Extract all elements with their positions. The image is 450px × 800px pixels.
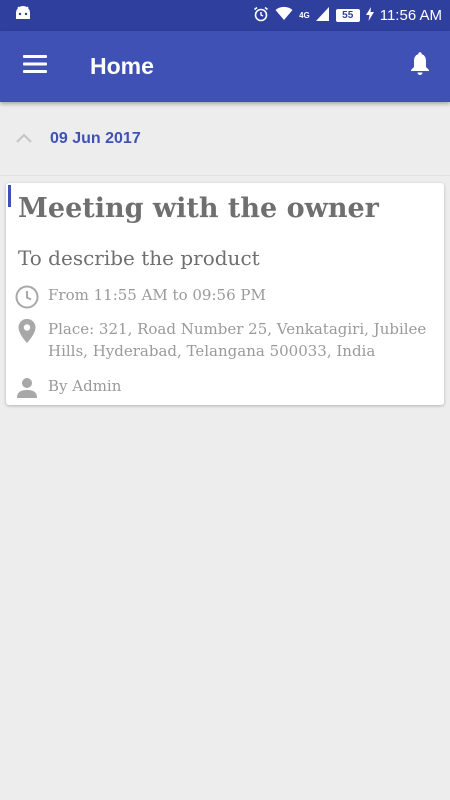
android-icon xyxy=(14,5,32,26)
event-time-row: From 11:55 AM to 09:56 PM xyxy=(14,284,438,310)
group-date: 09 Jun 2017 xyxy=(50,129,141,147)
app-bar: Home xyxy=(0,31,450,102)
event-time: From 11:55 AM to 09:56 PM xyxy=(48,286,266,304)
card-accent-bar xyxy=(8,185,11,207)
location-pin-icon xyxy=(14,318,40,344)
notifications-button[interactable] xyxy=(390,31,450,102)
bell-icon xyxy=(410,52,430,81)
hamburger-menu-icon xyxy=(23,55,47,78)
event-card[interactable]: Meeting with the owner To describe the p… xyxy=(6,183,444,405)
event-description: To describe the product xyxy=(18,246,260,270)
date-group-header[interactable]: 09 Jun 2017 xyxy=(0,102,450,176)
clock-icon xyxy=(14,284,40,310)
event-author-row: By Admin xyxy=(14,375,438,401)
chevron-up-icon xyxy=(16,130,32,148)
wifi-icon xyxy=(275,6,293,25)
event-place: Place: 321, Road Number 25, Venkatagiri,… xyxy=(48,320,427,360)
charging-icon xyxy=(365,6,374,25)
signal-icon xyxy=(315,6,330,25)
collapse-toggle[interactable] xyxy=(0,130,48,148)
status-bar: 4G 55 11:56 AM xyxy=(0,0,450,31)
alarm-icon xyxy=(253,6,269,26)
event-title: Meeting with the owner xyxy=(18,193,379,224)
menu-button[interactable] xyxy=(0,31,70,102)
person-icon xyxy=(14,375,40,401)
event-author: By Admin xyxy=(48,377,122,395)
status-time: 11:56 AM xyxy=(379,7,442,24)
event-place-row: Place: 321, Road Number 25, Venkatagiri,… xyxy=(14,318,438,362)
network-type: 4G xyxy=(299,11,310,20)
page-title: Home xyxy=(90,53,154,79)
battery-icon: 55 xyxy=(335,9,360,22)
